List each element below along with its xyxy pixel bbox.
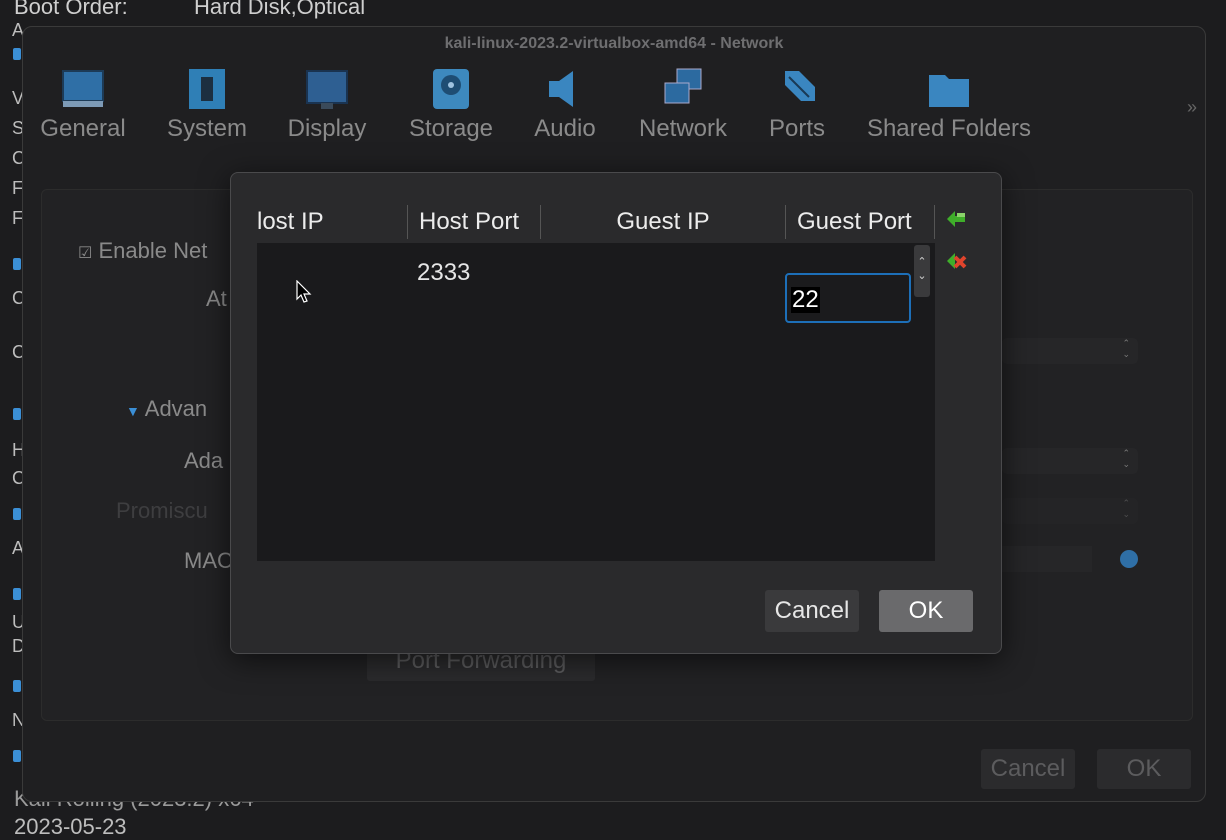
boot-order-value: Hard Disk,Optical (194, 0, 366, 19)
shared-folders-icon (927, 67, 971, 111)
triangle-down-icon: ▼ (126, 403, 140, 419)
toolbar-ports[interactable]: Ports (742, 67, 852, 143)
promiscuous-select[interactable] (1002, 498, 1138, 524)
toolbar-shared-folders[interactable]: Shared Folders (849, 67, 1049, 143)
toolbar-ports-label: Ports (768, 115, 825, 142)
toolbar-system-label: System (166, 115, 247, 142)
attached-to-label: At (206, 286, 227, 311)
left-edge-icon (13, 508, 21, 520)
toolbar-storage-label: Storage (408, 115, 494, 142)
column-host-port[interactable]: Host Port (419, 201, 539, 243)
port-spinner[interactable]: ⌃ ⌄ (914, 245, 930, 297)
advanced-label: Advan (144, 396, 208, 421)
refresh-mac-icon[interactable] (1120, 550, 1138, 568)
spinner-up-icon[interactable]: ⌃ (914, 255, 930, 269)
cell-host-port[interactable]: 2333 (417, 259, 470, 287)
adapter-type-select[interactable] (1002, 448, 1138, 474)
settings-ok-button[interactable]: OK (1097, 749, 1191, 789)
column-separator (934, 205, 935, 239)
column-separator (785, 205, 786, 239)
advanced-disclosure[interactable]: ▼ Advan (126, 396, 207, 422)
toolbar-audio-label: Audio (534, 115, 596, 142)
left-edge-icon (13, 750, 21, 762)
window-title: kali-linux-2023.2-virtualbox-amd64 - Net… (444, 35, 784, 52)
left-edge-icon (13, 258, 21, 270)
toolbar-display[interactable]: Display (272, 67, 382, 143)
table-header: lost IP Host Port Guest IP Guest Port (257, 201, 935, 243)
dialog-cancel-button[interactable]: Cancel (765, 590, 859, 632)
storage-icon (429, 67, 473, 111)
general-icon (61, 67, 105, 111)
boot-order-label: Boot Order: (14, 0, 128, 19)
toolbar-network[interactable]: Network (628, 67, 738, 143)
port-forwarding-dialog: lost IP Host Port Guest IP Guest Port 23… (230, 172, 1002, 654)
left-edge-icon (13, 408, 21, 420)
toolbar-network-label: Network (638, 115, 728, 142)
toolbar-display-label: Display (287, 115, 367, 142)
mouse-pointer-icon (296, 279, 312, 309)
ports-icon (775, 67, 819, 111)
left-edge-icon (13, 680, 21, 692)
checkmark-icon: ☑ (78, 245, 93, 262)
add-rule-icon[interactable] (945, 207, 969, 231)
toolbar-general-label: General (40, 115, 126, 142)
adapter-type-label: Ada (184, 448, 224, 473)
dialog-ok-button[interactable]: OK (879, 590, 973, 632)
toolbar-audio[interactable]: Audio (510, 67, 620, 143)
enable-network-label: Enable Net (98, 238, 208, 263)
promiscuous-mode-label: Promiscu (116, 498, 208, 523)
toolbar-general[interactable]: General (28, 67, 138, 143)
audio-icon (543, 67, 587, 111)
system-icon (185, 67, 229, 111)
spinner-down-icon[interactable]: ⌄ (914, 269, 930, 283)
enable-network-checkbox[interactable]: ☑ Enable Net (78, 238, 207, 264)
column-guest-port[interactable]: Guest Port (797, 201, 935, 243)
remove-rule-icon[interactable] (945, 249, 969, 273)
toolbar-shared-folders-label: Shared Folders (866, 115, 1032, 142)
left-edge-icon (13, 48, 21, 60)
toolbar-storage[interactable]: Storage (396, 67, 506, 143)
left-edge-icon (13, 588, 21, 600)
display-icon (305, 67, 349, 111)
column-host-ip[interactable]: lost IP (257, 201, 407, 243)
toolbar-overflow-icon[interactable]: » (1187, 97, 1197, 118)
settings-cancel-button[interactable]: Cancel (981, 749, 1075, 789)
guest-port-value[interactable]: 22 (791, 287, 820, 313)
toolbar-system[interactable]: System (152, 67, 262, 143)
name-select[interactable] (1002, 338, 1138, 364)
network-icon (661, 67, 705, 111)
port-forwarding-rules-table: lost IP Host Port Guest IP Guest Port 23… (257, 201, 935, 561)
column-guest-ip[interactable]: Guest IP (541, 201, 785, 243)
column-separator (407, 205, 408, 239)
os-date-text: 2023-05-23 (14, 814, 127, 839)
guest-port-editor[interactable]: 22 (785, 273, 911, 323)
mac-address-label: MAC (184, 548, 233, 573)
